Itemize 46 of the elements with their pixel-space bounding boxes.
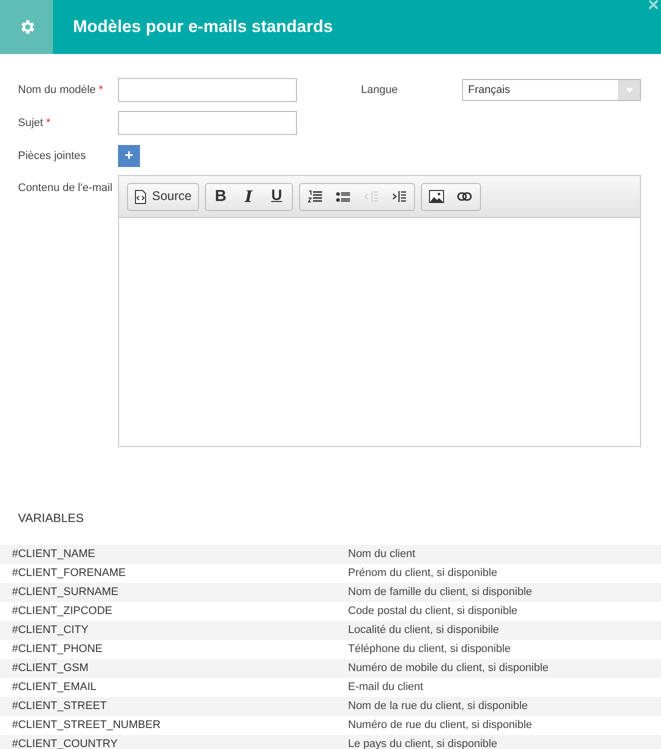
language-label: Langue	[361, 82, 399, 98]
italic-button[interactable]: I	[236, 184, 262, 208]
variable-description: Code postal du client, si disponible	[348, 604, 518, 620]
template-name-label: Nom du modèle *	[18, 82, 104, 98]
content-label: Contenu de l'e-mail	[18, 181, 114, 196]
numbered-list-icon	[308, 190, 322, 203]
template-name-field[interactable]	[118, 78, 297, 102]
variable-description: Prénom du client, si disponible	[348, 566, 498, 582]
variable-name: #CLIENT_CITY	[11, 623, 90, 638]
rich-text-editor[interactable]: Source B I U	[118, 175, 641, 447]
add-attachment-button[interactable]: +	[118, 145, 140, 167]
variable-name: #CLIENT_STREET_NUMBER	[11, 718, 162, 734]
indent-icon	[392, 190, 406, 203]
subject-field[interactable]	[118, 111, 297, 135]
variable-name: #CLIENT_GSM	[11, 661, 90, 676]
outdent-icon	[364, 190, 378, 203]
underline-button[interactable]: U	[264, 184, 290, 208]
variable-description: E-mail du client	[348, 680, 424, 696]
variable-description: Numéro de rue du client, si disponible	[348, 718, 532, 734]
bold-button[interactable]: B	[208, 184, 234, 208]
variable-name: #CLIENT_FORENAME	[11, 566, 127, 582]
bulleted-list-icon	[336, 190, 350, 202]
variable-name: #CLIENT_SURNAME	[11, 585, 120, 600]
variable-description: Localité du client, si disponibile	[348, 623, 500, 638]
variable-description: Nom du client	[348, 547, 416, 562]
link-icon	[457, 192, 472, 201]
subject-label: Sujet *	[18, 116, 52, 131]
language-select[interactable]: Français	[462, 79, 641, 101]
variable-description: Téléphone du client, si disponible	[348, 642, 511, 658]
variable-description: Numéro de mobile du client, si disponible	[348, 661, 549, 676]
variable-name: #CLIENT_EMAIL	[11, 680, 98, 696]
variables-heading: VARIABLES	[17, 510, 85, 527]
variable-name: #CLIENT_PHONE	[11, 642, 104, 658]
variable-description: Nom de la rue du client, si disponible	[348, 699, 528, 714]
variable-name: #CLIENT_STREET	[11, 699, 108, 714]
image-icon	[429, 190, 444, 203]
document-icon	[134, 190, 147, 204]
required-mark: *	[46, 116, 50, 129]
variable-name: #CLIENT_ZIPCODE	[11, 604, 114, 620]
required-mark: *	[98, 84, 103, 96]
window-title: Modèles pour e-mails standards	[73, 16, 333, 38]
variable-name: #CLIENT_NAME	[11, 547, 96, 562]
attachments-label: Pièces jointes	[18, 148, 87, 164]
source-button[interactable]: Source	[130, 184, 196, 208]
dropdown-arrow-icon	[626, 88, 632, 92]
variable-description: Nom de famille du client, si disponible	[348, 585, 532, 600]
